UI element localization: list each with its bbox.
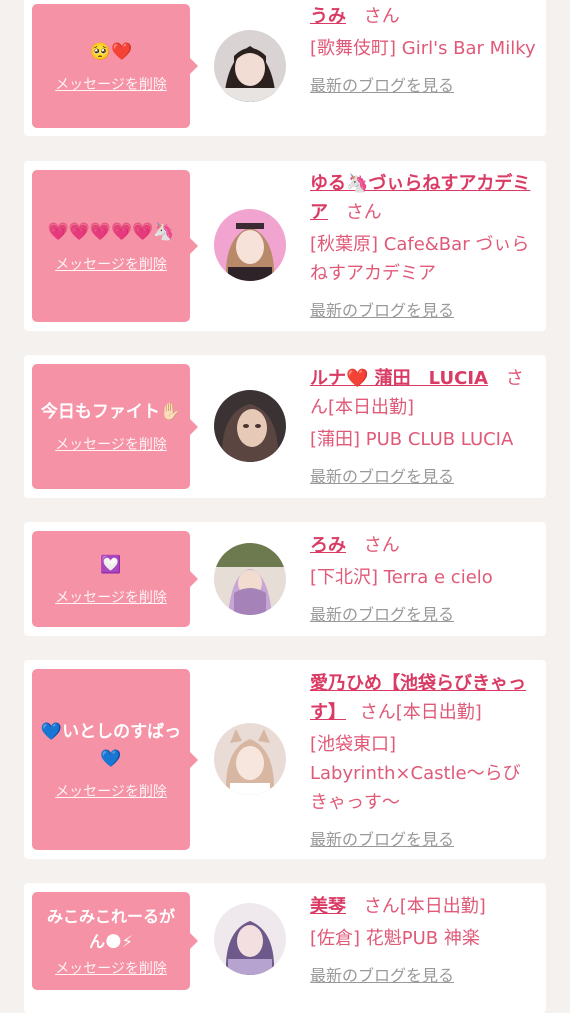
cast-info: ろみ さん [下北沢] Terra e cielo 最新のブログを見る (310, 531, 538, 629)
latest-blog-link[interactable]: 最新のブログを見る (310, 825, 538, 854)
honorific: さん[本日出勤] (359, 702, 482, 723)
avatar[interactable] (214, 30, 286, 102)
avatar-photo (214, 390, 286, 462)
honorific: さん (363, 6, 400, 27)
shop-name: [佐倉] 花魁PUB 神楽 (310, 928, 480, 949)
shop-name: [蒲田] PUB CLUB LUCIA (310, 429, 514, 450)
avatar-photo (214, 543, 286, 615)
cast-name-link[interactable]: 美琴 (310, 896, 346, 917)
cast-name-link[interactable]: ルナ❤️ 蒲田 LUCIA (310, 368, 488, 389)
message-bubble: 🥺❤️ メッセージを削除 (32, 4, 198, 128)
avatar-photo (214, 209, 286, 281)
avatar-photo (214, 903, 286, 975)
latest-blog-link[interactable]: 最新のブログを見る (310, 961, 538, 990)
latest-blog-link[interactable]: 最新のブログを見る (310, 71, 538, 100)
delete-message-link[interactable]: メッセージを削除 (55, 434, 167, 454)
avatar[interactable] (214, 390, 286, 462)
message-bubble: 💟 メッセージを削除 (32, 531, 198, 627)
message-text: 💟 (100, 554, 122, 575)
honorific: さん (345, 202, 382, 223)
message-bubble: 💗💗💗💗💗🦄 メッセージを削除 (32, 170, 198, 322)
message-text: 💗💗💗💗💗🦄 (47, 221, 175, 242)
latest-blog-link[interactable]: 最新のブログを見る (310, 296, 538, 325)
shop-name: [下北沢] Terra e cielo (310, 567, 493, 588)
latest-blog-link[interactable]: 最新のブログを見る (310, 600, 538, 629)
message-bubble: みこみこれーるがん🌑⚡ メッセージを削除 (32, 892, 198, 990)
delete-message-link[interactable]: メッセージを削除 (55, 587, 167, 607)
avatar-photo (214, 723, 286, 795)
message-text: 💙いとしのすばっ💙 (40, 721, 182, 769)
shop-name: [歌舞伎町] Girl's Bar Milky (310, 38, 536, 59)
message-card: 💙いとしのすばっ💙 メッセージを削除 愛乃ひめ【池袋らびきゃっす】 さん[本日出… (24, 660, 546, 859)
cast-name-link[interactable]: うみ (310, 6, 346, 27)
avatar[interactable] (214, 723, 286, 795)
message-text: 🥺❤️ (89, 41, 133, 62)
cast-info: うみ さん [歌舞伎町] Girl's Bar Milky 最新のブログを見る (310, 2, 538, 100)
delete-message-link[interactable]: メッセージを削除 (55, 958, 167, 978)
message-text: みこみこれーるがん🌑⚡ (46, 907, 175, 951)
delete-message-link[interactable]: メッセージを削除 (55, 74, 167, 94)
delete-message-link[interactable]: メッセージを削除 (55, 781, 167, 801)
avatar[interactable] (214, 903, 286, 975)
cast-info: 美琴 さん[本日出勤] [佐倉] 花魁PUB 神楽 最新のブログを見る (310, 892, 538, 990)
message-card: 🥺❤️ メッセージを削除 うみ さん [歌舞伎町] Girl's Bar Mil… (24, 0, 546, 136)
cast-name-link[interactable]: ろみ (310, 535, 346, 556)
message-bubble: 今日もファイト✋🏻 メッセージを削除 (32, 364, 198, 489)
avatar[interactable] (214, 543, 286, 615)
cast-info: ルナ❤️ 蒲田 LUCIA さん[本日出勤] [蒲田] PUB CLUB LUC… (310, 364, 538, 491)
message-card: 今日もファイト✋🏻 メッセージを削除 ルナ❤️ 蒲田 LUCIA さん[本日出勤… (24, 355, 546, 498)
message-bubble: 💙いとしのすばっ💙 メッセージを削除 (32, 669, 198, 850)
cast-info: ゆる🦄づぃらねすアカデミア さん [秋葉原] Cafe&Bar づぃらねすアカデ… (310, 169, 538, 325)
message-card: みこみこれーるがん🌑⚡ メッセージを削除 美琴 さん[本日出勤] [佐倉] 花魁… (24, 883, 546, 1013)
honorific: さん[本日出勤] (363, 896, 486, 917)
avatar-photo (214, 30, 286, 102)
message-text: 今日もファイト✋🏻 (40, 402, 182, 422)
avatar[interactable] (214, 209, 286, 281)
cast-name-link[interactable]: ゆる🦄づぃらねすアカデミア (310, 173, 530, 223)
honorific: さん (363, 535, 400, 556)
shop-name: [池袋東口] Labyrinth×Castle〜らびきゃっす〜 (310, 734, 521, 813)
message-card: 💗💗💗💗💗🦄 メッセージを削除 ゆる🦄づぃらねすアカデミア さん [秋葉原] C… (24, 161, 546, 331)
message-card: 💟 メッセージを削除 ろみ さん [下北沢] Terra e cielo 最新の… (24, 522, 546, 636)
shop-name: [秋葉原] Cafe&Bar づぃらねすアカデミア (310, 234, 530, 284)
cast-info: 愛乃ひめ【池袋らびきゃっす】 さん[本日出勤] [池袋東口] Labyrinth… (310, 669, 538, 854)
delete-message-link[interactable]: メッセージを削除 (55, 254, 167, 274)
latest-blog-link[interactable]: 最新のブログを見る (310, 462, 538, 491)
